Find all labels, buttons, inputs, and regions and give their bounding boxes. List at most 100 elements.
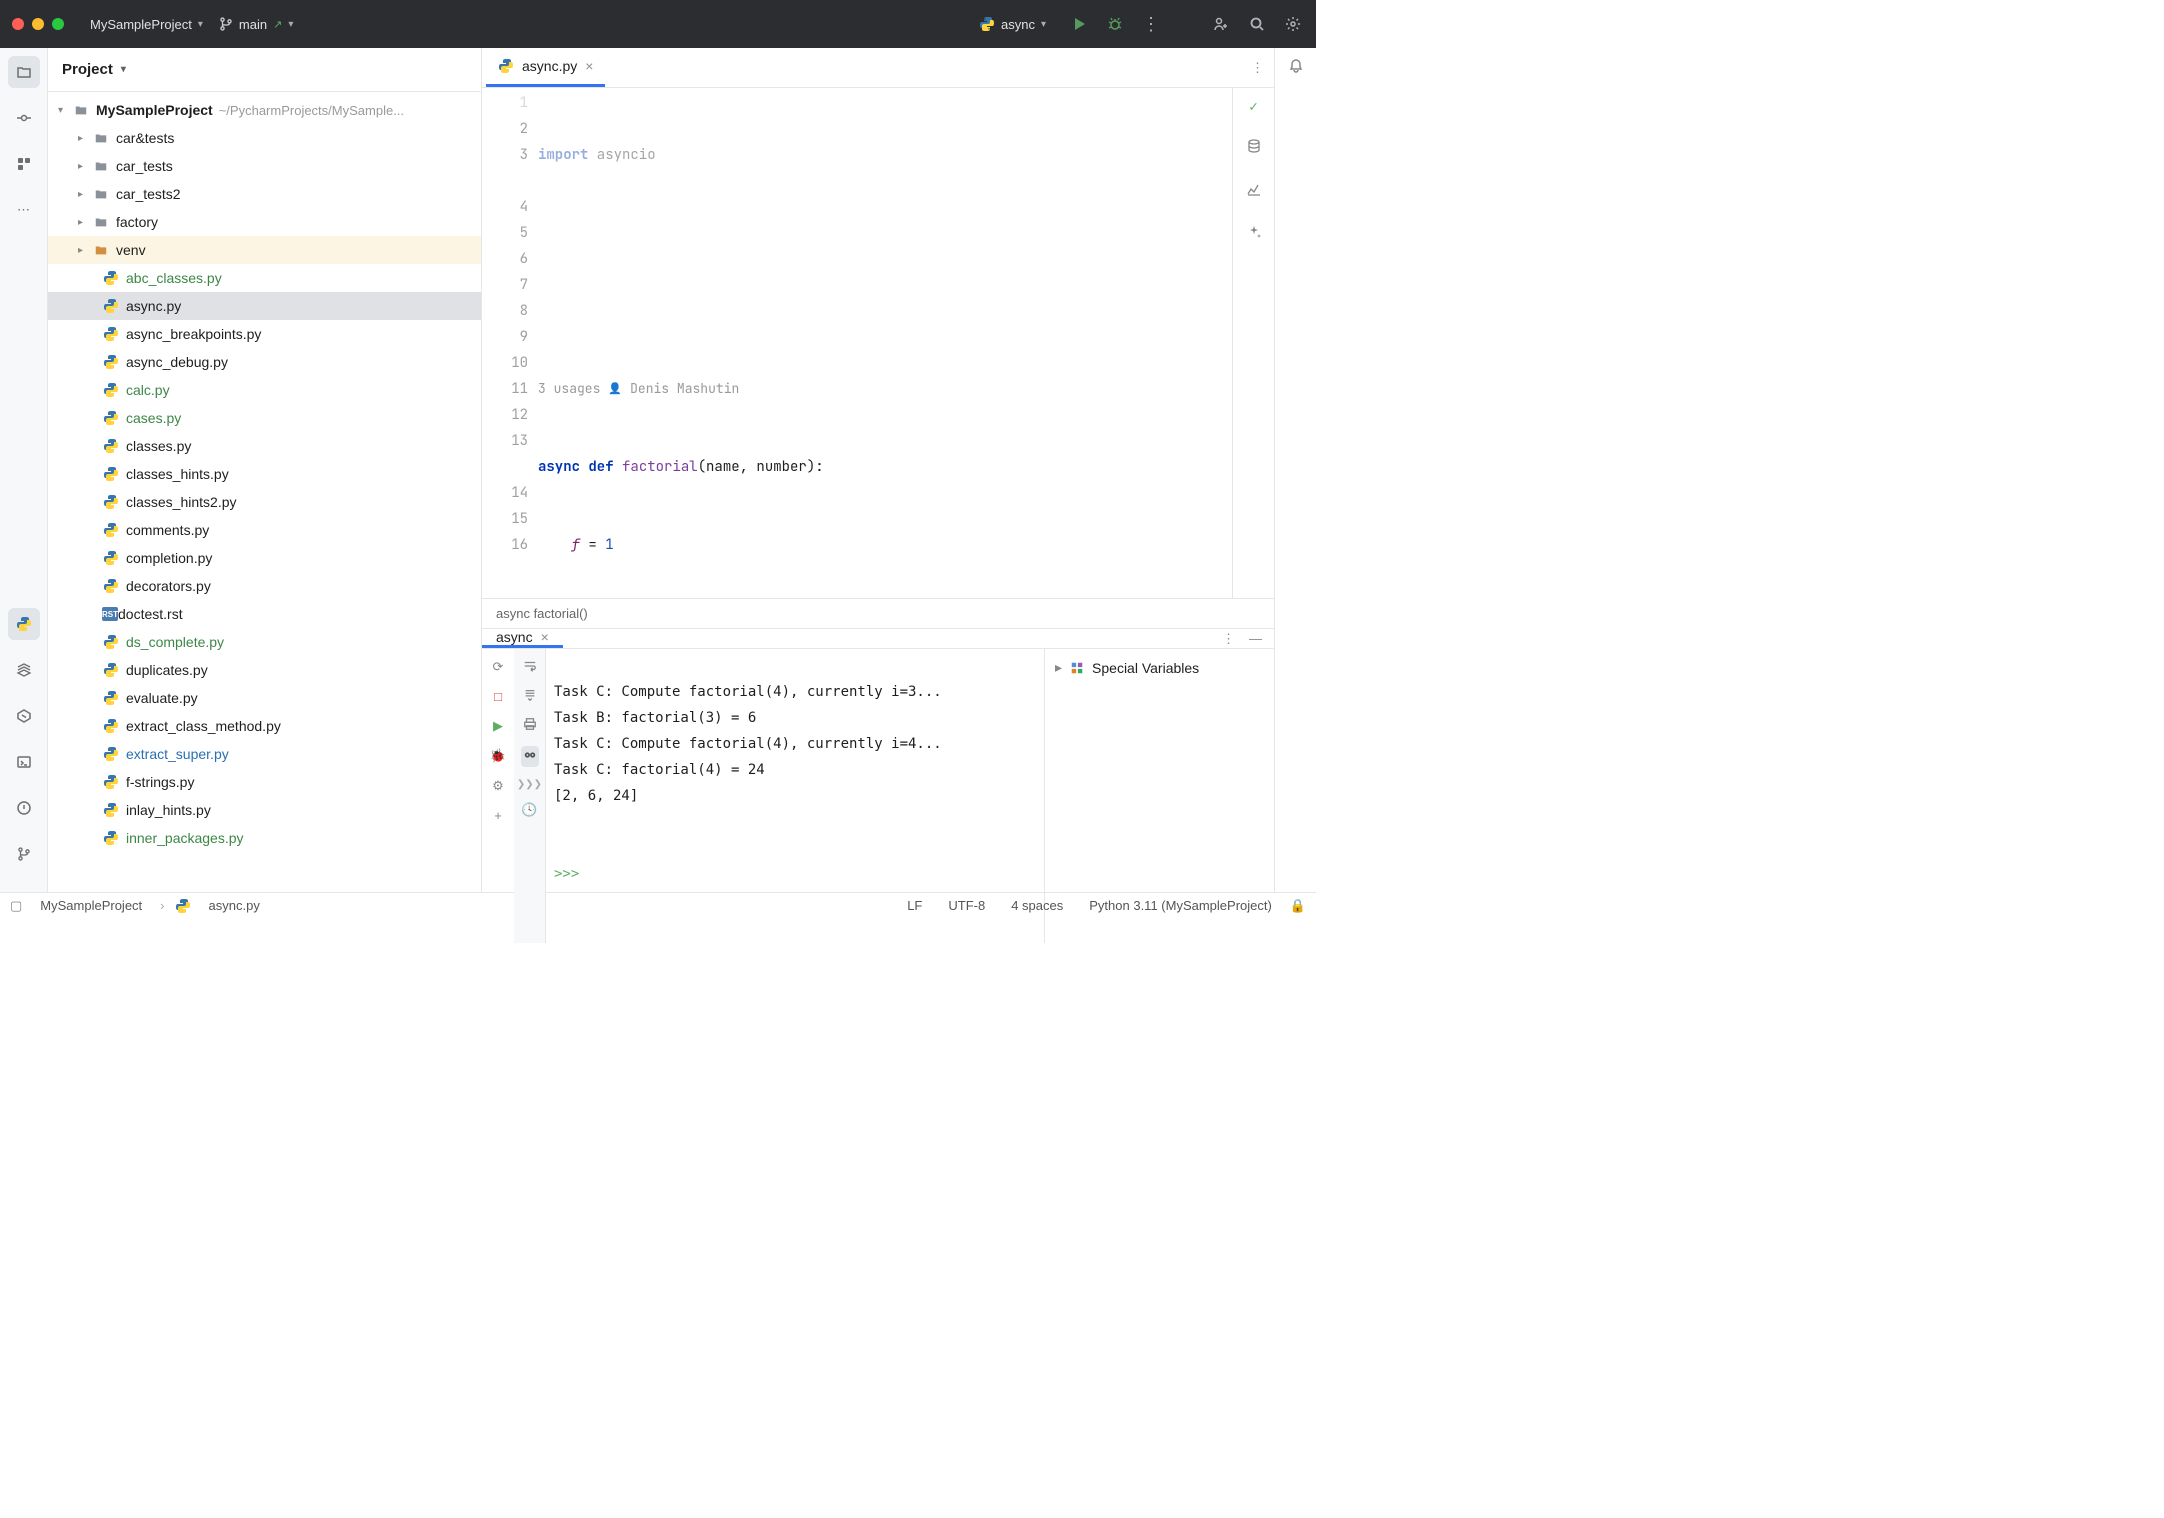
sb-crumb-project[interactable]: MySampleProject bbox=[32, 898, 150, 913]
tree-file[interactable]: ds_complete.py bbox=[48, 628, 481, 656]
scroll-to-end-icon[interactable] bbox=[523, 688, 537, 705]
problems-tool-button[interactable] bbox=[8, 792, 40, 824]
packages-tool-button[interactable] bbox=[8, 654, 40, 686]
tab-async[interactable]: async.py × bbox=[486, 48, 605, 87]
run-button[interactable] bbox=[1068, 13, 1090, 35]
usages-hint[interactable]: 3 usages bbox=[538, 376, 600, 402]
services-tool-button[interactable] bbox=[8, 700, 40, 732]
settings-icon[interactable] bbox=[1282, 13, 1304, 35]
project-panel-header[interactable]: Project ▾ bbox=[48, 48, 481, 92]
chevron-right-icon[interactable]: ▸ bbox=[78, 161, 92, 172]
run-menu-icon[interactable]: ⋮ bbox=[1222, 631, 1235, 647]
code-with-me-icon[interactable] bbox=[1210, 13, 1232, 35]
more-menu[interactable]: ⋮ bbox=[1140, 13, 1162, 35]
commit-tool-button[interactable] bbox=[8, 102, 40, 134]
chevron-right-icon[interactable]: ▸ bbox=[78, 133, 92, 144]
add-icon[interactable]: + bbox=[494, 808, 502, 823]
sb-encoding[interactable]: UTF-8 bbox=[940, 898, 993, 913]
author-hint[interactable]: Denis Mashutin bbox=[630, 376, 739, 402]
editor[interactable]: 1 2345678910111213141516 import asyncio … bbox=[482, 88, 1274, 598]
tree-file[interactable]: RSTdoctest.rst bbox=[48, 600, 481, 628]
close-icon[interactable]: × bbox=[585, 58, 593, 74]
stop-icon[interactable]: □ bbox=[494, 689, 502, 704]
close-window[interactable] bbox=[12, 18, 24, 30]
tree-file[interactable]: classes_hints.py bbox=[48, 460, 481, 488]
sb-interpreter[interactable]: Python 3.11 (MySampleProject) bbox=[1081, 898, 1280, 913]
run-tool-window: async × ⋮ — ⟳ □ ▶ 🐞 ⚙ + bbox=[482, 628, 1274, 892]
tree-label: async_debug.py bbox=[126, 354, 228, 370]
sb-line-ending[interactable]: LF bbox=[899, 898, 930, 913]
tree-file[interactable]: completion.py bbox=[48, 544, 481, 572]
sb-indent[interactable]: 4 spaces bbox=[1003, 898, 1071, 913]
tree-file[interactable]: inlay_hints.py bbox=[48, 796, 481, 824]
chevron-right-icon[interactable]: ▸ bbox=[78, 245, 92, 256]
tree-file[interactable]: extract_super.py bbox=[48, 740, 481, 768]
tree-file[interactable]: classes.py bbox=[48, 432, 481, 460]
terminal-tool-button[interactable] bbox=[8, 746, 40, 778]
chevron-right-icon[interactable]: ▸ bbox=[1055, 659, 1062, 676]
debug-icon[interactable]: 🐞 bbox=[490, 748, 506, 764]
project-selector[interactable]: MySampleProject ▾ bbox=[82, 13, 211, 36]
tree-file[interactable]: extract_class_method.py bbox=[48, 712, 481, 740]
tree-file[interactable]: async_debug.py bbox=[48, 348, 481, 376]
branch-selector[interactable]: main ↗ ▾ bbox=[211, 13, 301, 36]
tree-file[interactable]: duplicates.py bbox=[48, 656, 481, 684]
tree-file[interactable]: abc_classes.py bbox=[48, 264, 481, 292]
ai-icon[interactable] bbox=[1246, 224, 1262, 245]
tree-file[interactable]: f-strings.py bbox=[48, 768, 481, 796]
settings-icon[interactable]: ⚙ bbox=[492, 778, 504, 794]
tree-file[interactable]: decorators.py bbox=[48, 572, 481, 600]
tree-label: extract_super.py bbox=[126, 746, 229, 762]
code-area[interactable]: import asyncio 3 usages 👤Denis Mashutin … bbox=[538, 88, 1232, 598]
tree-file[interactable]: classes_hints2.py bbox=[48, 488, 481, 516]
tree-file[interactable]: comments.py bbox=[48, 516, 481, 544]
line-number: 2 bbox=[482, 116, 528, 142]
chevron-right-icon[interactable]: ▸ bbox=[78, 217, 92, 228]
show-vars-icon[interactable] bbox=[521, 746, 539, 767]
git-tool-button[interactable] bbox=[8, 838, 40, 870]
tree-file[interactable]: evaluate.py bbox=[48, 684, 481, 712]
debug-button[interactable] bbox=[1104, 13, 1126, 35]
minimize-icon[interactable]: — bbox=[1249, 631, 1262, 646]
run-config-selector[interactable]: async ▾ bbox=[971, 12, 1054, 36]
sb-crumb-file[interactable]: async.py bbox=[201, 898, 268, 913]
history-icon[interactable]: 🕓 bbox=[521, 802, 537, 818]
print-icon[interactable] bbox=[523, 717, 537, 734]
tree-file[interactable]: calc.py bbox=[48, 376, 481, 404]
run-tab-async[interactable]: async × bbox=[482, 629, 563, 648]
rerun-icon[interactable]: ⟳ bbox=[493, 659, 504, 675]
tree-root[interactable]: ▾ MySampleProject ~/PycharmProjects/MySa… bbox=[48, 96, 481, 124]
minimize-window[interactable] bbox=[32, 18, 44, 30]
sb-nav-icon[interactable]: ▢ bbox=[10, 898, 22, 914]
tree-folder[interactable]: ▸factory bbox=[48, 208, 481, 236]
project-tree[interactable]: ▾ MySampleProject ~/PycharmProjects/MySa… bbox=[48, 92, 481, 892]
tree-folder[interactable]: ▸car_tests2 bbox=[48, 180, 481, 208]
tree-file[interactable]: inner_packages.py bbox=[48, 824, 481, 852]
tree-folder[interactable]: ▸car_tests bbox=[48, 152, 481, 180]
database-icon[interactable] bbox=[1246, 138, 1262, 159]
tree-label: classes.py bbox=[126, 438, 191, 454]
close-icon[interactable]: × bbox=[541, 629, 549, 645]
tree-folder[interactable]: ▸car&tests bbox=[48, 124, 481, 152]
structure-tool-button[interactable] bbox=[8, 148, 40, 180]
soft-wrap-icon[interactable] bbox=[523, 659, 537, 676]
tab-menu-icon[interactable]: ⋮ bbox=[1251, 60, 1264, 76]
search-icon[interactable] bbox=[1246, 13, 1268, 35]
sb-lock-icon[interactable]: 🔒 bbox=[1290, 898, 1306, 914]
more-tool-button[interactable]: ⋯ bbox=[8, 194, 40, 226]
python-console-button[interactable] bbox=[8, 608, 40, 640]
notifications-icon[interactable] bbox=[1288, 58, 1304, 77]
project-tool-button[interactable] bbox=[8, 56, 40, 88]
tree-file[interactable]: async_breakpoints.py bbox=[48, 320, 481, 348]
inspection-ok-icon[interactable]: ✓ bbox=[1249, 98, 1257, 116]
run-icon[interactable]: ▶ bbox=[493, 718, 503, 734]
chevron-right-icon[interactable]: ▸ bbox=[78, 189, 92, 200]
graph-icon[interactable] bbox=[1246, 181, 1262, 202]
chevron-down-icon[interactable]: ▾ bbox=[58, 105, 72, 116]
prompt-icon[interactable]: ❯❯❯ bbox=[517, 779, 542, 790]
maximize-window[interactable] bbox=[52, 18, 64, 30]
tree-file[interactable]: cases.py bbox=[48, 404, 481, 432]
editor-breadcrumb[interactable]: async factorial() bbox=[482, 598, 1274, 628]
tree-file[interactable]: async.py bbox=[48, 292, 481, 320]
tree-folder-venv[interactable]: ▸ venv bbox=[48, 236, 481, 264]
